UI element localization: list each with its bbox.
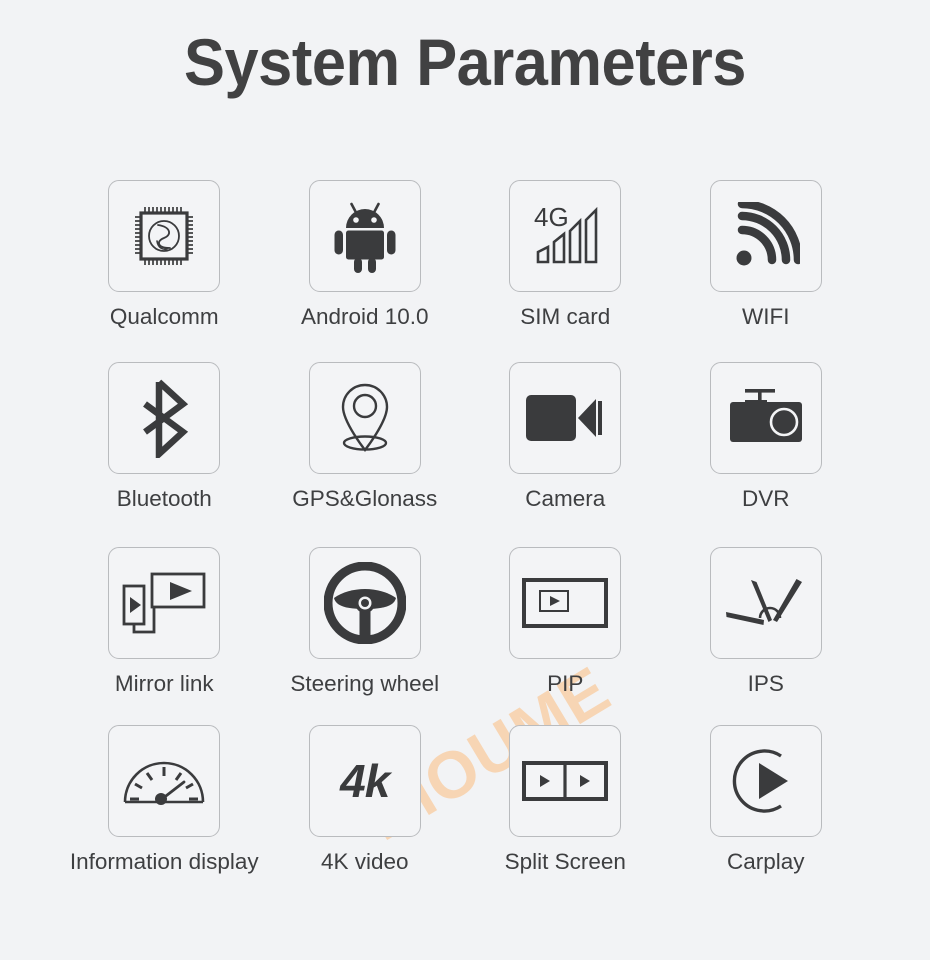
icon-card [509,725,622,837]
android-robot-icon [330,198,400,274]
feature-label: WIFI [742,304,790,329]
feature-item-information-display[interactable]: Information display [64,725,265,905]
cpu-chip-icon [126,198,202,274]
viewing-angle-icon [724,572,808,634]
feature-label: 4K video [320,849,409,874]
feature-label: Mirror link [114,671,214,696]
feature-item-camera[interactable]: Camera [465,362,666,547]
icon-card [709,362,822,474]
feature-item-ips[interactable]: IPS [666,547,867,725]
dashcam-icon [726,389,806,447]
feature-item-steering-wheel[interactable]: Steering wheel [265,547,466,725]
icon-card [108,180,221,292]
icon-card: 4G [509,180,622,292]
steering-wheel-icon [323,562,406,644]
icon-card [308,547,421,659]
icon-card [709,547,822,659]
icon-card [108,725,221,837]
system-parameters-page: System Parameters HIOUME Qualcomm Androi… [0,0,930,960]
icon-card [308,362,421,474]
video-camera-icon [526,391,604,445]
icon-card [709,180,822,292]
signal-bars-4g-icon: 4G [526,200,604,272]
carplay-play-circle-icon [730,745,802,817]
feature-label: Information display [69,849,259,874]
split-screen-icon [522,761,609,801]
feature-label: GPS&Glonass [292,486,438,511]
picture-in-picture-icon [522,578,609,628]
icon-card [709,725,822,837]
feature-item-split-screen[interactable]: Split Screen [465,725,666,905]
icon-card [509,547,622,659]
feature-label: SIM card [520,304,611,329]
feature-item-carplay[interactable]: Carplay [666,725,867,905]
feature-label: Steering wheel [290,671,440,696]
map-pin-icon [329,378,401,458]
feature-item-bluetooth[interactable]: Bluetooth [64,362,265,547]
feature-label: Bluetooth [116,486,212,511]
icon-card [108,362,221,474]
bluetooth-icon [133,378,195,458]
feature-item-wifi[interactable]: WIFI [666,180,867,362]
feature-item-dvr[interactable]: DVR [666,362,867,547]
feature-label: Split Screen [504,849,626,874]
feature-grid: Qualcomm Android 10.0 4G SIM card WIFI B… [64,180,866,905]
feature-label: Android 10.0 [300,304,429,329]
feature-item-sim-card[interactable]: 4G SIM card [465,180,666,362]
icon-card: 4k [308,725,421,837]
wifi-icon [732,202,800,270]
feature-label: PIP [547,671,584,696]
gauge-icon [122,756,206,806]
4g-label: 4G [534,202,569,232]
feature-item-mirror-link[interactable]: Mirror link [64,547,265,725]
feature-label: Camera [525,486,606,511]
icon-card [308,180,421,292]
feature-item-qualcomm[interactable]: Qualcomm [64,180,265,362]
page-title: System Parameters [184,25,746,99]
feature-label: IPS [747,671,784,696]
feature-label: Qualcomm [109,304,219,329]
feature-item-4k-video[interactable]: 4k 4K video [265,725,466,905]
icon-card [509,362,622,474]
feature-item-pip[interactable]: PIP [465,547,666,725]
feature-label: DVR [741,486,790,511]
4k-text-icon: 4k [340,755,390,807]
screen-mirroring-icon [122,570,206,636]
feature-item-android[interactable]: Android 10.0 [265,180,466,362]
feature-item-gps[interactable]: GPS&Glonass [265,362,466,547]
feature-label: Carplay [726,849,805,874]
icon-card [108,547,221,659]
